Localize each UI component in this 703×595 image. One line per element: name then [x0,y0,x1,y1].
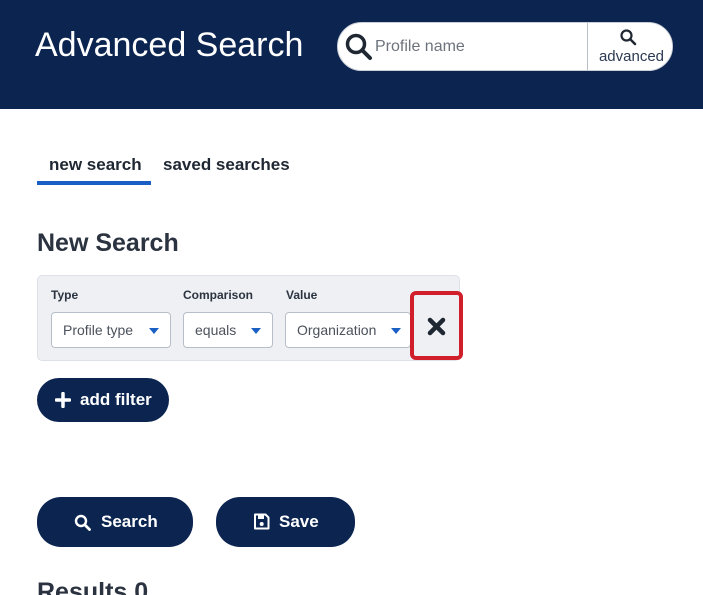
advanced-search-button[interactable]: advanced [587,23,672,70]
type-label: Type [51,288,79,302]
tab-saved-searches[interactable]: saved searches [163,155,290,175]
save-button-label: Save [279,512,319,531]
search-icon [74,514,91,531]
chevron-down-icon [149,328,159,334]
type-select[interactable]: Profile type [51,312,171,348]
add-filter-button[interactable]: add filter [37,378,169,422]
comparison-select[interactable]: equals [183,312,273,348]
comparison-label: Comparison [183,288,254,302]
search-button[interactable]: Search [37,497,193,547]
search-icon [620,29,637,46]
advanced-label: advanced [598,48,665,65]
floppy-disk-icon [254,513,270,530]
remove-filter-button[interactable] [414,295,459,356]
plus-icon [55,392,71,408]
add-filter-label: add filter [80,390,152,409]
filter-row: Type Profile type Comparison equals Valu… [37,275,460,361]
search-icon[interactable] [344,32,374,62]
value-select[interactable]: Organization [285,312,411,348]
page-title: Advanced Search [35,26,304,64]
chevron-down-icon [251,328,261,334]
type-select-value: Profile type [63,322,134,338]
page-header: Advanced Search advanced [0,0,703,109]
section-title: New Search [37,229,179,257]
value-label: Value [286,288,318,302]
save-button[interactable]: Save [216,497,355,547]
search-button-label: Search [101,512,158,531]
profile-search-box: advanced [337,22,673,71]
chevron-down-icon [391,328,401,334]
active-tab-indicator [37,181,151,185]
value-select-value: Organization [297,322,377,338]
profile-name-input[interactable] [375,33,580,61]
results-heading: Results 0 [37,578,149,595]
close-icon [427,317,446,336]
tab-new-search[interactable]: new search [49,155,142,175]
comparison-select-value: equals [195,322,237,338]
